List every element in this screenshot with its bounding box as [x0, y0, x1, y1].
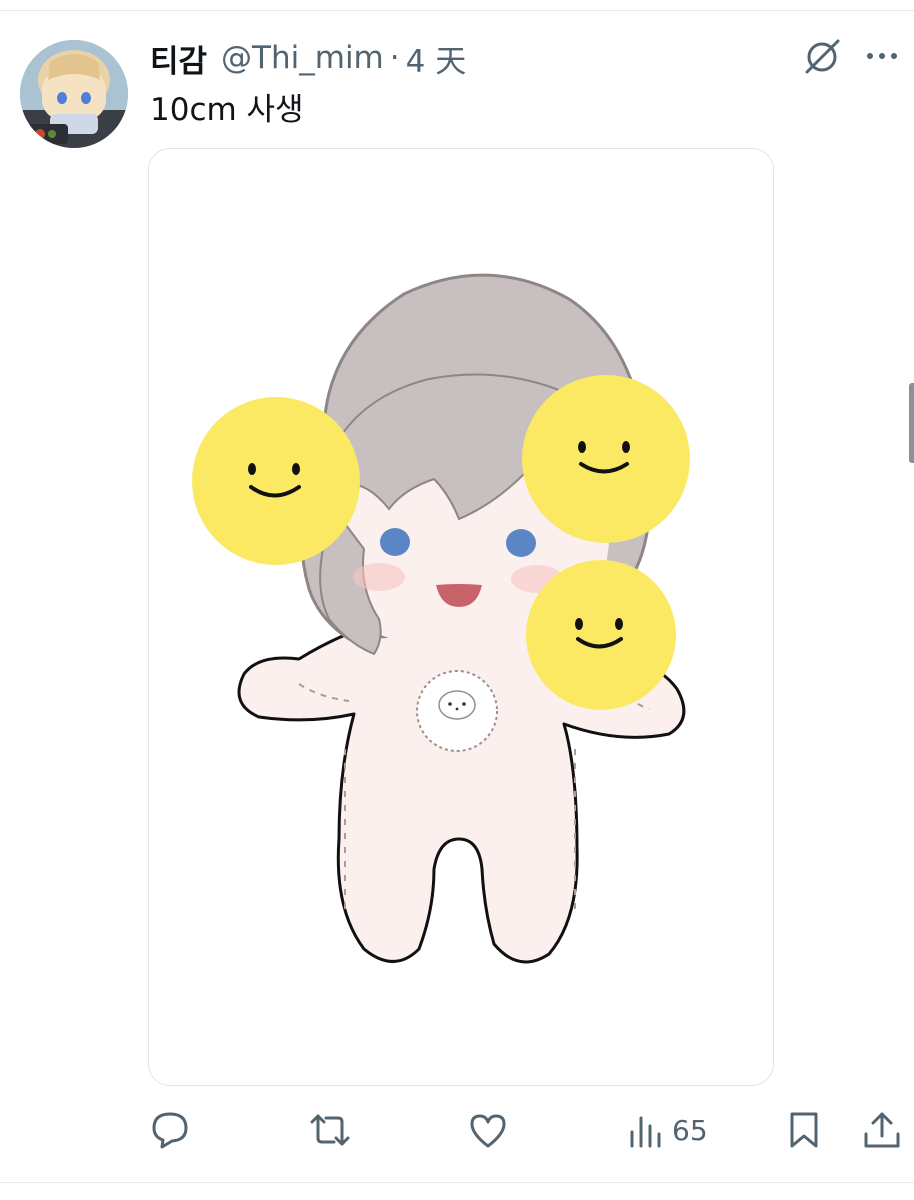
views-chart-icon: [630, 1116, 661, 1148]
more-icon[interactable]: [860, 36, 904, 76]
views-count: 65: [672, 1113, 708, 1147]
reply-button[interactable]: [148, 1106, 192, 1154]
tweet-text: 10cm 사생: [150, 92, 304, 128]
bottom-divider: [0, 1182, 914, 1183]
smiley-sticker-left: [192, 397, 360, 565]
grok-icon[interactable]: [800, 34, 844, 78]
views-button[interactable]: 65: [628, 1106, 708, 1154]
top-divider: [0, 10, 914, 11]
retweet-button[interactable]: [306, 1106, 354, 1154]
plush-doll-illustration: [192, 273, 690, 964]
scrollbar-thumb[interactable]: [909, 383, 914, 463]
avatar-image: [20, 40, 128, 148]
tweet-header: 티감 @Thi_mim · 4 天: [150, 36, 466, 80]
heart-icon: [470, 1114, 506, 1148]
retweet-icon: [310, 1114, 350, 1146]
reply-icon: [152, 1112, 188, 1149]
separator-dot: ·: [389, 40, 400, 76]
smiley-sticker-bottom-right: [526, 560, 676, 710]
display-name[interactable]: 티감: [150, 36, 207, 81]
smiley-sticker-top-right: [522, 375, 690, 543]
bookmark-button[interactable]: [786, 1106, 822, 1154]
share-button[interactable]: [860, 1106, 904, 1154]
bookmark-icon: [790, 1112, 818, 1148]
user-handle[interactable]: @Thi_mim: [221, 40, 384, 76]
timestamp[interactable]: 4 天: [406, 36, 467, 81]
tweet-media[interactable]: [148, 148, 774, 1086]
like-button[interactable]: [466, 1106, 510, 1154]
avatar[interactable]: [20, 40, 128, 148]
share-icon: [864, 1112, 900, 1148]
